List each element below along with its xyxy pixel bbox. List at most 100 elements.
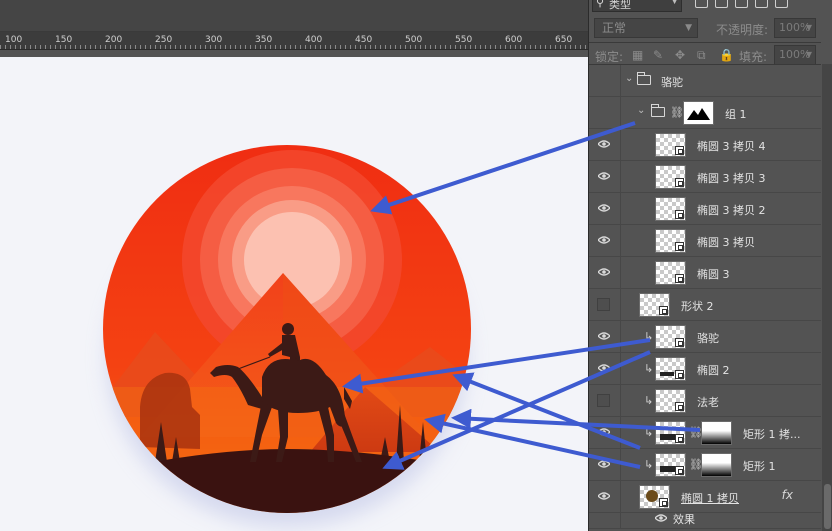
ruler-tick — [510, 45, 511, 49]
ruler-tick — [350, 45, 351, 49]
layer-row[interactable]: ↳ 法老 — [589, 385, 821, 417]
layer-row[interactable]: ↳ ⛓ 矩形 1 — [589, 449, 821, 481]
layer-thumbnail[interactable] — [655, 357, 686, 381]
horizontal-ruler[interactable]: 100 150 200 250 300 350 400 450 500 550 600 650 — [0, 32, 588, 50]
visibility-toggle[interactable] — [597, 298, 610, 311]
layer-thumbnail[interactable] — [655, 197, 686, 221]
layer-name[interactable]: 法老 — [697, 394, 719, 410]
link-icon[interactable]: ⛓ — [670, 106, 684, 119]
canvas-area[interactable] — [0, 50, 588, 531]
layer-name[interactable]: 骆驼 — [697, 330, 719, 346]
filter-type-icon[interactable] — [735, 0, 748, 8]
layer-name[interactable]: 椭圆 3 拷贝 4 — [697, 138, 766, 154]
eye-icon[interactable] — [598, 460, 610, 468]
shape-badge-icon — [675, 146, 684, 155]
layer-mask-thumbnail[interactable] — [701, 453, 732, 477]
ruler-label: 400 — [305, 35, 323, 45]
ruler-tick — [535, 45, 536, 49]
filter-adjust-icon[interactable] — [715, 0, 728, 8]
layer-thumbnail[interactable] — [655, 133, 686, 157]
ruler-tick — [150, 45, 151, 49]
ruler-tick — [95, 45, 96, 49]
options-bar — [0, 0, 588, 32]
lock-artboard-icon[interactable]: ⧉ — [697, 48, 706, 63]
filter-smart-icon[interactable] — [775, 0, 788, 8]
effects-row[interactable]: 效果 — [589, 507, 821, 529]
layer-row[interactable]: 椭圆 3 拷贝 2 — [589, 193, 821, 225]
blend-mode-select[interactable]: 正常 ▼ — [594, 18, 698, 38]
chevron-down-icon[interactable]: ⌄ — [625, 73, 633, 84]
eye-icon[interactable] — [598, 204, 610, 212]
scrollbar-thumb[interactable] — [824, 484, 831, 529]
filter-shape-icon[interactable] — [755, 0, 768, 8]
lock-all-icon[interactable]: 🔒 — [719, 48, 734, 62]
lock-move-icon[interactable]: ✥ — [675, 48, 685, 62]
layer-thumbnail[interactable] — [655, 165, 686, 189]
lock-transparent-icon[interactable]: ▦ — [632, 48, 643, 62]
layer-thumbnail[interactable] — [655, 453, 686, 477]
layer-row[interactable]: ↳ ⛓ 矩形 1 拷... — [589, 417, 821, 449]
layer-thumbnail[interactable] — [655, 389, 686, 413]
ruler-tick — [565, 45, 566, 49]
layer-thumbnail[interactable] — [639, 485, 670, 509]
eye-icon[interactable] — [598, 236, 610, 244]
layer-name[interactable]: 骆驼 — [661, 74, 683, 90]
ruler-tick — [385, 45, 386, 49]
layer-name[interactable]: 矩形 1 拷... — [743, 426, 800, 442]
fill-input[interactable]: 100% ▼ — [774, 45, 816, 65]
ruler-tick — [485, 45, 486, 49]
divider — [620, 507, 621, 528]
layer-row[interactable]: ↳ 椭圆 2 — [589, 353, 821, 385]
filter-pixel-icon[interactable] — [695, 0, 708, 8]
ruler-tick — [570, 45, 571, 49]
ruler-tick — [215, 45, 216, 49]
layer-row[interactable]: ⌄ ⛓ 组 1 — [589, 97, 821, 129]
fx-icon[interactable]: fx — [782, 488, 793, 502]
layer-name[interactable]: 组 1 — [725, 106, 747, 122]
layer-name[interactable]: 椭圆 1 拷贝 — [681, 490, 739, 506]
layer-thumbnail[interactable] — [655, 229, 686, 253]
document[interactable] — [0, 57, 588, 531]
layer-row[interactable]: ⌄ 骆驼 — [589, 65, 821, 97]
layer-name[interactable]: 矩形 1 — [743, 458, 776, 474]
layer-thumbnail[interactable] — [639, 293, 670, 317]
chevron-down-icon[interactable]: ⌄ — [637, 105, 645, 116]
lock-brush-icon[interactable]: ✎ — [653, 48, 663, 62]
layer-thumbnail[interactable] — [655, 261, 686, 285]
ruler-tick — [20, 45, 21, 49]
eye-icon[interactable] — [598, 428, 610, 436]
layer-row[interactable]: 椭圆 3 拷贝 3 — [589, 161, 821, 193]
layer-row[interactable]: ↳ 骆驼 — [589, 321, 821, 353]
layer-name[interactable]: 效果 — [673, 511, 695, 527]
ruler-tick — [110, 45, 111, 49]
eye-icon[interactable] — [598, 140, 610, 148]
layer-thumbnail[interactable] — [655, 421, 686, 445]
visibility-toggle[interactable] — [597, 394, 610, 407]
eye-icon[interactable] — [598, 172, 610, 180]
ruler-tick — [130, 45, 131, 49]
layer-row[interactable]: 椭圆 3 拷贝 4 — [589, 129, 821, 161]
layer-name[interactable]: 形状 2 — [681, 298, 714, 314]
layer-name[interactable]: 椭圆 3 拷贝 3 — [697, 170, 766, 186]
layer-name[interactable]: 椭圆 3 拷贝 2 — [697, 202, 766, 218]
opacity-input[interactable]: 100% ▼ — [774, 18, 816, 38]
layer-name[interactable]: 椭圆 3 — [697, 266, 730, 282]
eye-icon[interactable] — [598, 332, 610, 340]
ruler-tick — [60, 45, 61, 49]
eye-icon[interactable] — [598, 364, 610, 372]
layer-thumbnail[interactable] — [655, 325, 686, 349]
layer-list[interactable]: ⌄ 骆驼 ⌄ ⛓ 组 1 椭圆 3 拷贝 4 椭圆 3 拷贝 3 椭圆 3 拷贝 2… — [589, 64, 821, 531]
layer-filter-dropdown[interactable]: ⚲ 类型 ▼ — [592, 0, 682, 12]
layer-row[interactable]: 椭圆 3 拷贝 — [589, 225, 821, 257]
layers-scrollbar[interactable] — [822, 64, 832, 531]
eye-icon[interactable] — [598, 268, 610, 276]
layer-name[interactable]: 椭圆 2 — [697, 362, 730, 378]
group-mask-thumbnail[interactable] — [683, 101, 714, 125]
eye-icon[interactable] — [655, 514, 667, 522]
photoshop-window: 100 150 200 250 300 350 400 450 500 550 600 650 — [0, 0, 832, 531]
layer-row[interactable]: 椭圆 3 — [589, 257, 821, 289]
layer-name[interactable]: 椭圆 3 拷贝 — [697, 234, 755, 250]
eye-icon[interactable] — [598, 492, 610, 500]
layer-row[interactable]: 形状 2 — [589, 289, 821, 321]
layer-mask-thumbnail[interactable] — [701, 421, 732, 445]
